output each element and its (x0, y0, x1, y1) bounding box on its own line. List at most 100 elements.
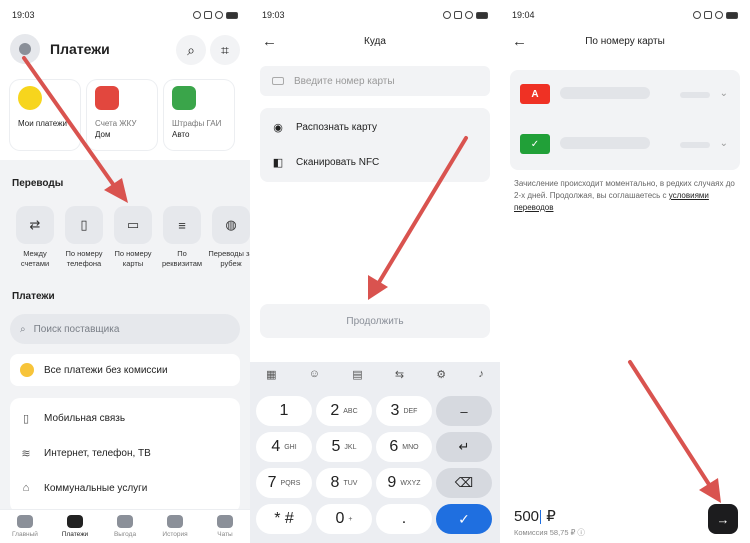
key-6[interactable]: 6 MNO (376, 432, 432, 462)
search-icon: ⌕ (187, 41, 195, 58)
next-button[interactable]: → (708, 504, 738, 534)
transfer-abroad[interactable]: ◍ Переводы за рубеж (208, 206, 250, 269)
key-2[interactable]: 3 DEF (376, 396, 432, 426)
clipboard-icon[interactable]: ▤ (352, 368, 362, 381)
document-icon: ≡ (163, 206, 201, 244)
numeric-keyboard: ▦ ☺ ▤ ⇆ ⚙ ♪ 1 2 ABC 3 DEF – 4 GHI 5 JKL 6 MNO ↵ 7 PQRS… (250, 362, 500, 543)
no-commission-banner[interactable]: Все платежи без комиссии (10, 354, 240, 386)
scan-nfc-option[interactable]: ◧ Сканировать NFC (272, 156, 379, 169)
hidden-card-number (560, 87, 650, 99)
tab-label: История (162, 531, 188, 538)
tab-chats[interactable]: Чаты (203, 515, 247, 538)
tab-history[interactable]: История (153, 515, 197, 538)
chevron-down-icon[interactable]: ⌄ (720, 138, 728, 149)
phone-icon: ▯ (65, 206, 103, 244)
status-icons (693, 11, 738, 19)
key-0[interactable]: 1 (256, 396, 312, 426)
key-3[interactable]: – (436, 396, 492, 426)
tile-sub-label: Штрафы ГАИ (172, 119, 222, 128)
key-main-label: 7 (267, 474, 277, 491)
payments-section-title: Платежи (12, 291, 55, 302)
screen-title: По номеру карты (585, 36, 665, 47)
avatar[interactable] (10, 34, 40, 64)
option-label: Распознать карту (296, 121, 377, 133)
key-12[interactable]: * # (256, 504, 312, 534)
key-main-label: ✓ (458, 510, 470, 527)
user-icon (19, 43, 31, 55)
key-15[interactable]: ✓ (436, 504, 492, 534)
heart-tab-icon (117, 515, 133, 528)
qr-icon: ⌗ (221, 41, 229, 58)
smile-icon (20, 363, 34, 377)
status-bar: 19:03 (262, 8, 488, 22)
provider-search-input[interactable]: ⌕ Поиск поставщика (10, 314, 240, 344)
card-icon (272, 77, 284, 85)
key-sub-label: + (348, 515, 353, 523)
key-main-label: * # (274, 510, 294, 527)
status-bar: 19:04 (512, 8, 738, 22)
gear-icon[interactable]: ⚙ (436, 368, 446, 381)
tile-traffic-fines[interactable]: Штрафы ГАИ Авто (164, 80, 234, 150)
chevron-down-icon[interactable]: ⌄ (720, 88, 728, 99)
key-1[interactable]: 2 ABC (316, 396, 372, 426)
tab-main[interactable]: Главный (3, 515, 47, 538)
commission-text: Комиссия 58,75 ₽ ⓘ (514, 528, 585, 537)
transfer-by-requisites[interactable]: ≡ По реквизитам (162, 206, 202, 269)
search-placeholder: Поиск поставщика (33, 323, 120, 335)
key-14[interactable]: . (376, 504, 432, 534)
bottom-tab-bar: Главный Платежи Выгода История Чаты (0, 509, 250, 543)
text-cursor (540, 510, 542, 525)
key-13[interactable]: 0 + (316, 504, 372, 534)
tile-housing-bills[interactable]: Счета ЖКУ Дом (87, 80, 157, 150)
key-9[interactable]: 8 TUV (316, 468, 372, 498)
tab-payments[interactable]: Платежи (53, 515, 97, 538)
keyboard-toolbar: ▦ ☺ ▤ ⇆ ⚙ ♪ (250, 368, 500, 381)
screens: 19:03 Платежи ⌕ ⌗ Мои платежи Счета ЖКУ … (0, 0, 750, 543)
apps-icon[interactable]: ▦ (266, 368, 276, 381)
key-sub-label: PQRS (280, 479, 301, 487)
transfer-by-card[interactable]: ▭ По номеру карты (114, 206, 152, 269)
chat-tab-icon (217, 515, 233, 528)
home-icon: ⌂ (22, 482, 30, 494)
home-tab-icon (17, 515, 33, 528)
key-7[interactable]: ↵ (436, 432, 492, 462)
globe-icon: ◍ (212, 206, 250, 244)
transfer-label: Между счетами (20, 249, 50, 268)
status-bar: 19:03 (12, 8, 238, 22)
wifi-icon: ≋ (21, 447, 31, 460)
transfer-label: Переводы за рубеж (208, 249, 250, 268)
sticker-icon[interactable]: ☺ (309, 368, 320, 381)
card-input-options: ◉ Распознать карту ◧ Сканировать NFC (260, 108, 490, 182)
key-main-label: 2 (330, 402, 340, 419)
tile-sub-label: Счета ЖКУ (95, 119, 137, 128)
transfer-by-phone[interactable]: ▯ По номеру телефона (65, 206, 103, 269)
clock-tab-icon (167, 515, 183, 528)
status-time: 19:03 (262, 10, 285, 20)
tab-benefits[interactable]: Выгода (103, 515, 147, 538)
car-logo-icon (172, 86, 196, 110)
camera-icon: ◉ (273, 121, 283, 134)
category-internet[interactable]: ≋ Интернет, телефон, ТВ (20, 447, 150, 460)
category-utilities[interactable]: ⌂ Коммунальные услуги (20, 482, 148, 494)
swap-icon: ⇄ (16, 206, 54, 244)
recognize-card-option[interactable]: ◉ Распознать карту (272, 121, 377, 134)
card-number-input[interactable]: Введите номер карты (260, 66, 490, 96)
continue-button[interactable]: Продолжить (260, 304, 490, 338)
key-main-label: ⌫ (454, 475, 474, 490)
category-mobile[interactable]: ▯ Мобильная связь (20, 412, 125, 425)
categories-list: ▯ Мобильная связь ≋ Интернет, телефон, Т… (10, 398, 240, 513)
transfer-label: По реквизитам (161, 249, 203, 268)
key-11[interactable]: ⌫ (436, 468, 492, 498)
search-button[interactable]: ⌕ (176, 35, 206, 65)
transfer-between-accounts[interactable]: ⇄ Между счетами (16, 206, 54, 269)
amount-field[interactable]: 500 ₽ (514, 507, 556, 525)
key-4[interactable]: 4 GHI (256, 432, 312, 462)
tab-label: Платежи (61, 531, 89, 538)
key-8[interactable]: 7 PQRS (256, 468, 312, 498)
translate-icon[interactable]: ⇆ (395, 368, 404, 381)
tile-my-payments[interactable]: Мои платежи (10, 80, 80, 150)
key-5[interactable]: 5 JKL (316, 432, 372, 462)
qr-scan-button[interactable]: ⌗ (210, 35, 240, 65)
key-10[interactable]: 9 WXYZ (376, 468, 432, 498)
mic-icon[interactable]: ♪ (478, 368, 484, 381)
